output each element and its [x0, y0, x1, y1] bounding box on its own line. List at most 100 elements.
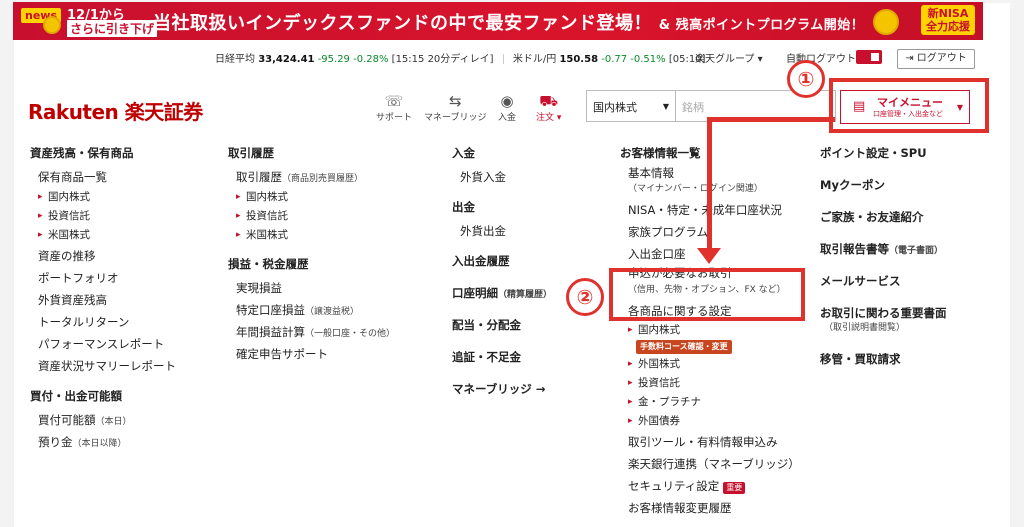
nikkei-label: 日経平均 [215, 54, 255, 65]
heading-withdrawal[interactable]: 出金 [452, 198, 552, 220]
statement-note: （精算履歴） [498, 290, 553, 300]
link-total-return[interactable]: トータルリターン [30, 311, 176, 333]
heading-deposit[interactable]: 入金 [452, 144, 552, 166]
link-settings-gold[interactable]: 金・プラチナ [620, 393, 800, 412]
buying-power-note: （本日） [95, 417, 132, 427]
link-settings-domestic[interactable]: 国内株式 [620, 322, 800, 338]
annotation-step-2: ② [566, 278, 604, 316]
link-important-documents[interactable]: お取引に関わる重要書面 [820, 304, 947, 320]
coin-icon [43, 16, 61, 34]
annotation-arrowhead [697, 248, 721, 264]
col-services: ポイント設定・SPU Myクーポン ご家族・お友達紹介 取引報告書等（電子書面）… [820, 144, 947, 372]
annotation-step-1: ① [787, 60, 825, 98]
deposit-label: 入金 [498, 113, 517, 123]
link-tax-support[interactable]: 確定申告サポート [228, 343, 395, 365]
statement-label: 口座明細 [452, 286, 498, 300]
buying-power-label: 買付可能額 [38, 413, 96, 427]
link-deposit-balance[interactable]: 預り金（本日以降） [30, 431, 176, 453]
link-fx-withdrawal[interactable]: 外貨出金 [452, 220, 552, 242]
promo-banner[interactable]: news 12/1から さらに引き下げ 当社取扱いインデックスファンドの中で最安… [13, 2, 983, 40]
specific-pl-note: （譲渡益税） [305, 307, 360, 317]
annotation-box-apply [609, 268, 805, 321]
market-ticker: 日経平均 33,424.41 -95.29 -0.28% [15:15 20分デ… [215, 50, 705, 65]
deposit-icon: ◉ [500, 92, 514, 110]
link-mail-service[interactable]: メールサービス [820, 272, 947, 294]
support-button[interactable]: ☏ サポート [376, 92, 412, 123]
annotation-box-mymenu [829, 78, 989, 133]
link-holdings-funds[interactable]: 投資信託 [30, 207, 176, 226]
heading-assets: 資産残高・保有商品 [30, 146, 134, 160]
moneybridge-icon: ⇆ [448, 92, 462, 110]
link-performance[interactable]: パフォーマンスレポート [30, 333, 176, 355]
link-history-funds[interactable]: 投資信託 [228, 207, 395, 226]
nikkei-value: 33,424.41 [258, 54, 315, 65]
market-select[interactable]: 国内株式 ▼ [586, 90, 676, 122]
link-transfer-request[interactable]: 移管・買取請求 [820, 350, 947, 372]
link-fx-assets[interactable]: 外貨資産残高 [30, 289, 176, 311]
link-statement[interactable]: 口座明細（精算履歴） [452, 284, 552, 306]
deposit-balance-note: （本日以降） [72, 439, 127, 449]
link-settings-funds[interactable]: 投資信託 [620, 374, 800, 393]
group-dropdown[interactable]: 楽天グループ ▾ [695, 50, 763, 65]
link-realized-pl[interactable]: 実現損益 [228, 277, 395, 299]
link-referral[interactable]: ご家族・お友達紹介 [820, 208, 947, 230]
deposit-button[interactable]: ◉ 入金 [498, 92, 516, 123]
link-history-domestic[interactable]: 国内株式 [228, 188, 395, 207]
link-trade-reports[interactable]: 取引報告書等（電子書面） [820, 240, 947, 262]
support-icon: ☏ [384, 92, 404, 110]
col-history: 取引履歴 取引履歴（商品別売買履歴） 国内株式 投資信託 米国株式 損益・税金履… [228, 144, 395, 365]
link-history-us[interactable]: 米国株式 [228, 226, 395, 245]
important-documents-note: （取引説明書閲覧） [824, 323, 906, 333]
support-label: サポート [376, 113, 413, 123]
banner-sub: さらに引き下げ [67, 20, 158, 37]
usd-value: 150.58 [559, 54, 599, 65]
logout-button[interactable]: ⇥ ログアウト [897, 49, 975, 69]
link-info-change-history[interactable]: お客様情報変更履歴 [620, 497, 800, 519]
col-deposit: 入金 外貨入金 出金 外貨出金 入出金履歴 口座明細（精算履歴） 配当・分配金 … [452, 144, 552, 402]
link-settings-foreign[interactable]: 外国株式 [620, 355, 800, 374]
nikkei-time: [15:15 20分ディレイ] [391, 54, 494, 65]
link-asset-trend[interactable]: 資産の推移 [30, 245, 176, 267]
link-trade-history[interactable]: 取引履歴（商品別売買履歴） [228, 166, 395, 188]
link-portfolio[interactable]: ポートフォリオ [30, 267, 176, 289]
coin-icon [873, 9, 899, 35]
security-label: セキュリティ設定 [628, 479, 720, 493]
order-button[interactable]: ⛟ 注文 ▾ [536, 92, 561, 123]
moneybridge-button[interactable]: ⇆ マネーブリッジ [424, 92, 486, 123]
banner-headline: 当社取扱いインデックスファンドの中で最安ファンド登場！ & 残高ポイントプログラ… [153, 13, 865, 34]
link-transfer-history[interactable]: 入出金履歴 [452, 252, 552, 274]
annotation-arrow [707, 117, 712, 251]
link-holdings-us[interactable]: 米国株式 [30, 226, 176, 245]
specific-pl-label: 特定口座損益 [236, 303, 305, 317]
link-trading-tools[interactable]: 取引ツール・有料情報申込み [620, 431, 800, 453]
order-label: 注文 ▾ [536, 113, 562, 123]
link-point-settings[interactable]: ポイント設定・SPU [820, 144, 947, 166]
rakuten-logo[interactable]: Rakuten 楽天証券 [28, 96, 203, 125]
link-summary-report[interactable]: 資産状況サマリーレポート [30, 355, 176, 377]
link-annual-pl[interactable]: 年間損益計算（一般口座・その他） [228, 321, 395, 343]
link-holdings[interactable]: 保有商品一覧 [30, 166, 176, 188]
link-rakuten-bank[interactable]: 楽天銀行連携（マネーブリッジ） [620, 453, 800, 475]
fee-course-button[interactable]: 手数料コース確認・変更 [636, 340, 732, 354]
nisa-badge: 新NISA 全力応援 [921, 5, 975, 35]
link-settings-bonds[interactable]: 外国債券 [620, 412, 800, 431]
link-buying-power[interactable]: 買付可能額（本日） [30, 409, 176, 431]
autologout-toggle[interactable] [856, 50, 882, 64]
link-holdings-domestic[interactable]: 国内株式 [30, 188, 176, 207]
link-fx-deposit[interactable]: 外貨入金 [452, 166, 552, 188]
usd-change: -0.77 -0.51% [601, 54, 666, 65]
link-security-settings[interactable]: セキュリティ設定 重要 [620, 475, 800, 497]
chevron-down-icon: ▼ [662, 102, 669, 111]
nikkei-change: -95.29 -0.28% [317, 54, 389, 65]
link-specific-account-pl[interactable]: 特定口座損益（譲渡益税） [228, 299, 395, 321]
link-dividends[interactable]: 配当・分配金 [452, 316, 552, 338]
link-moneybridge[interactable]: マネーブリッジ → [452, 380, 552, 402]
heading-history: 取引履歴 [228, 146, 274, 160]
annotation-arrow [707, 117, 835, 122]
link-my-coupon[interactable]: Myクーポン [820, 176, 947, 198]
fee-tag-wrap: 手数料コース確認・変更 [620, 338, 800, 355]
trade-history-note: （商品別売買履歴） [282, 174, 364, 184]
link-margin-call[interactable]: 追証・不足金 [452, 348, 552, 370]
important-badge: 重要 [723, 482, 746, 494]
trade-history-label: 取引履歴 [236, 170, 282, 184]
